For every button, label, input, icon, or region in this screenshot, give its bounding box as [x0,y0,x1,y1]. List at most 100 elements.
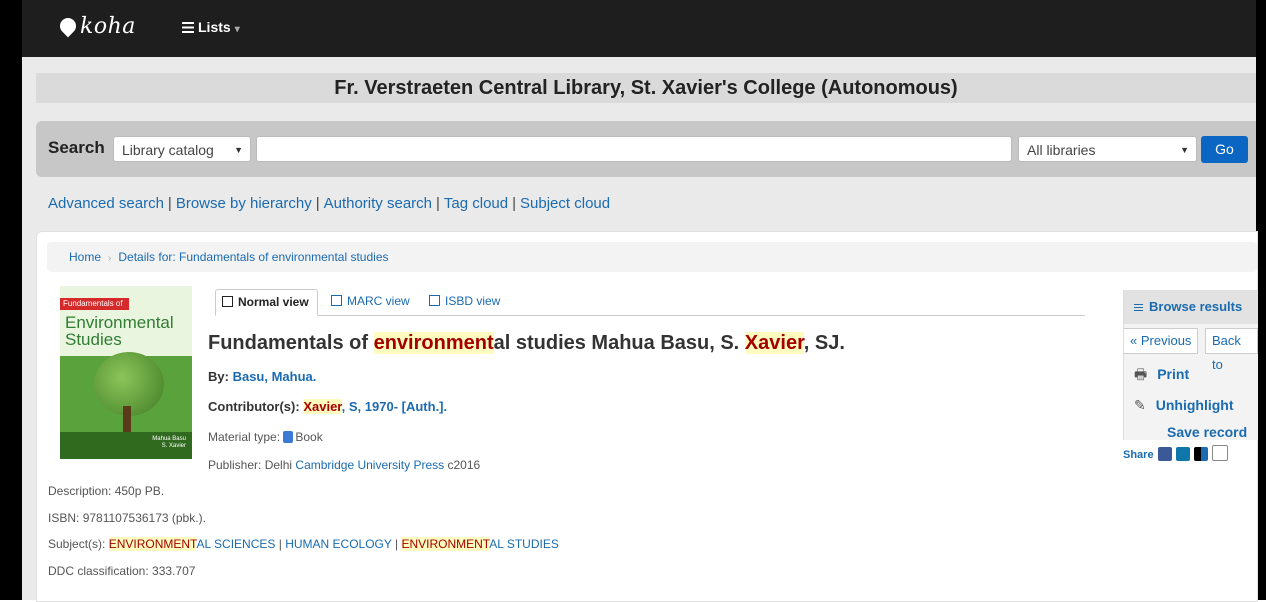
library-select[interactable]: All libraries ▼ [1018,136,1197,162]
dropdown-arrow-icon: ▼ [1180,145,1189,155]
tab-marc-view[interactable]: MARC view [325,289,418,314]
author-link[interactable]: Basu, Mahua. [233,369,317,384]
browse-results-label: Browse results [1149,299,1243,314]
isbn-label: ISBN: [48,511,80,525]
subject-link[interactable]: HUMAN ECOLOGY [285,537,391,551]
print-label: Print [1157,366,1190,382]
share-row: Share [1123,445,1228,461]
linkedin-icon[interactable] [1175,447,1190,461]
browse-hierarchy-link[interactable]: Browse by hierarchy [176,195,312,212]
separator: | [436,195,440,212]
author-line: By: Basu, Mahua. [208,369,316,384]
back-to-results-button[interactable]: Back to [1205,328,1258,372]
search-scope-select[interactable]: Library catalog ▼ [113,136,251,162]
description-label: Description: [48,484,112,498]
cover-authors: Mahua Basu S. Xavier [152,436,186,449]
unhighlight-label: Unhighlight [1155,397,1234,413]
delicious-icon[interactable] [1193,447,1208,461]
subject-rest: AL SCIENCES [196,537,276,551]
actions-sidebar: Browse results « Previous Back to 🖶 Print… [1123,290,1258,440]
record-title: Fundamentals of environmental studies Ma… [208,332,845,355]
authority-search-link[interactable]: Authority search [324,195,432,212]
more-searches: Advanced search | Browse by hierarchy | Auth… [48,195,610,212]
isbn-value: 9781107536173 (pbk.). [82,511,206,525]
material-type-line: Material type: Book [208,430,323,444]
list-icon [182,22,194,33]
left-border [0,0,22,600]
isbn-line: ISBN: 9781107536173 (pbk.). [48,511,206,525]
email-icon[interactable] [1211,445,1228,461]
isbd-view-icon [429,295,440,306]
cover-tag: Fundamentals of [60,298,129,310]
contributor-label: Contributor(s): [208,399,300,414]
ddc-label: DDC classification: [48,564,149,578]
top-navbar: koha Lists ▾ [22,0,1256,57]
publisher-link[interactable]: Cambridge University Press [295,458,444,472]
logo-text: koha [80,14,136,39]
printer-icon: 🖶 [1134,366,1148,382]
breadcrumb-home[interactable]: Home [69,250,101,264]
tab-normal-view[interactable]: Normal view [215,289,318,316]
advanced-search-link[interactable]: Advanced search [48,195,164,212]
share-label: Share [1123,449,1154,461]
by-label: By: [208,369,229,384]
library-select-value: All libraries [1027,142,1096,158]
title-part: al studies Mahua Basu, S. [493,332,745,354]
publisher-label: Publisher: [208,458,262,472]
subject-rest: AL STUDIES [489,537,559,551]
tab-label: ISBD view [445,294,501,308]
contributor-rest: , S, 1970- [Auth.]. [341,399,448,414]
search-input[interactable] [256,136,1012,162]
breadcrumb-separator-icon: › [108,253,112,264]
list-icon [1134,304,1143,311]
contributor-link[interactable]: Xavier, S, 1970- [Auth.]. [303,399,447,414]
search-label: Search [48,138,105,157]
title-highlight: Xavier [744,332,804,354]
material-value: Book [295,430,323,444]
koha-logo[interactable]: koha [56,14,136,39]
subjects-label: Subject(s): [48,537,106,551]
pen-icon: ✎ [1134,397,1146,413]
print-action[interactable]: 🖶 Print [1134,364,1189,388]
browse-results-toggle[interactable]: Browse results [1124,290,1258,324]
library-header: Fr. Verstraeten Central Library, St. Xav… [36,73,1256,103]
subject-highlight: ENVIRONMENT [108,537,197,551]
subject-link[interactable]: ENVIRONMENTAL STUDIES [401,537,559,551]
title-part: Fundamentals of [208,332,374,354]
publisher-place: Delhi [264,458,293,472]
page-body: Fr. Verstraeten Central Library, St. Xav… [22,57,1258,602]
browse-nav: « Previous Back to [1124,326,1258,372]
title-highlight: environment [373,332,494,354]
subject-cloud-link[interactable]: Subject cloud [520,195,610,212]
unhighlight-action[interactable]: ✎ Unhighlight [1134,397,1234,414]
cover-title-line2: Studies [65,330,122,349]
separator: | [167,195,172,212]
cover-title: Environmental Studies [65,314,174,348]
lists-menu[interactable]: Lists ▾ [182,19,240,35]
record-panel: Home › Details for: Fundamentals of enviro… [36,231,1258,602]
separator: | [512,195,517,212]
ddc-value: 333.707 [152,564,196,578]
book-cover-image[interactable]: Fundamentals of Environmental Studies Mah… [60,286,192,459]
koha-leaf-icon [56,14,80,38]
contributor-line: Contributor(s): Xavier, S, 1970- [Auth.]… [208,399,447,414]
facebook-icon[interactable] [1157,447,1172,461]
publisher-year: c2016 [447,458,481,472]
view-tabs: Normal view MARC view ISBD view [215,289,1085,316]
previous-button[interactable]: « Previous [1124,328,1199,354]
breadcrumb-current[interactable]: Details for: Fundamentals of environment… [118,250,388,264]
material-label: Material type: [208,430,281,444]
save-record-action[interactable]: Save record [1167,424,1247,440]
subject-link[interactable]: ENVIRONMENTAL SCIENCES [108,537,276,551]
ddc-line: DDC classification: 333.707 [48,564,195,578]
chevron-down-icon: ▾ [234,24,240,35]
go-button[interactable]: Go [1201,136,1248,163]
description-line: Description: 450p PB. [48,484,164,498]
book-icon [283,431,294,443]
title-part: , SJ. [803,332,845,354]
description-value: 450p PB. [114,484,165,498]
save-record-label: Save record [1167,424,1248,440]
tab-isbd-view[interactable]: ISBD view [423,289,508,314]
search-bar: Search Library catalog ▼ All libraries ▼ G… [36,121,1256,177]
tag-cloud-link[interactable]: Tag cloud [444,195,508,212]
